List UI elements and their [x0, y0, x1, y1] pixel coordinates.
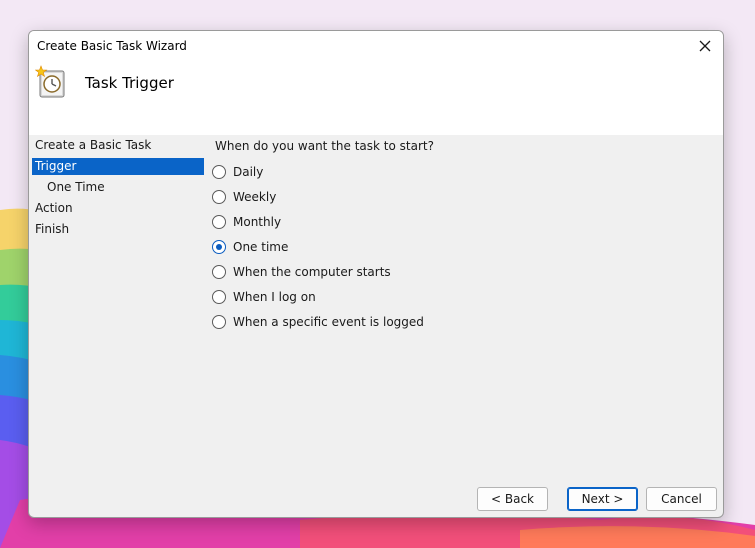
radio-button[interactable] — [212, 165, 226, 179]
next-button[interactable]: Next > — [567, 487, 638, 511]
option-weekly[interactable]: Weekly — [212, 188, 276, 206]
close-icon — [699, 40, 711, 52]
radio-button[interactable] — [212, 190, 226, 204]
option-label: Weekly — [233, 190, 277, 204]
option-event-logged[interactable]: When a specific event is logged — [212, 313, 424, 331]
back-button[interactable]: < Back — [477, 487, 548, 511]
trigger-question: When do you want the task to start? — [215, 139, 434, 153]
nav-item-action[interactable]: Action — [32, 200, 204, 217]
window-title: Create Basic Task Wizard — [37, 39, 187, 53]
radio-button[interactable] — [212, 290, 226, 304]
option-label: When a specific event is logged — [233, 315, 424, 329]
radio-button[interactable] — [212, 265, 226, 279]
task-scheduler-clock-icon — [35, 65, 65, 98]
create-basic-task-wizard-dialog: Create Basic Task Wizard Task Trigger Cr… — [28, 30, 724, 518]
option-label: Daily — [233, 165, 264, 179]
option-daily[interactable]: Daily — [212, 163, 263, 181]
option-label: Monthly — [233, 215, 282, 229]
option-label: When I log on — [233, 290, 316, 304]
nav-item-create-basic-task[interactable]: Create a Basic Task — [32, 137, 204, 154]
radio-button[interactable] — [212, 215, 226, 229]
radio-button-checked[interactable] — [212, 240, 226, 254]
option-log-on[interactable]: When I log on — [212, 288, 316, 306]
option-label: One time — [233, 240, 289, 254]
dialog-header: Create Basic Task Wizard Task Trigger — [29, 31, 723, 135]
option-label: When the computer starts — [233, 265, 391, 279]
nav-item-finish[interactable]: Finish — [32, 221, 204, 238]
close-button[interactable] — [691, 33, 719, 59]
page-heading: Task Trigger — [85, 74, 174, 92]
cancel-button[interactable]: Cancel — [646, 487, 717, 511]
nav-item-trigger[interactable]: Trigger — [32, 158, 204, 175]
option-monthly[interactable]: Monthly — [212, 213, 281, 231]
option-computer-starts[interactable]: When the computer starts — [212, 263, 391, 281]
option-one-time[interactable]: One time — [212, 238, 288, 256]
radio-button[interactable] — [212, 315, 226, 329]
nav-item-one-time[interactable]: One Time — [32, 179, 204, 196]
